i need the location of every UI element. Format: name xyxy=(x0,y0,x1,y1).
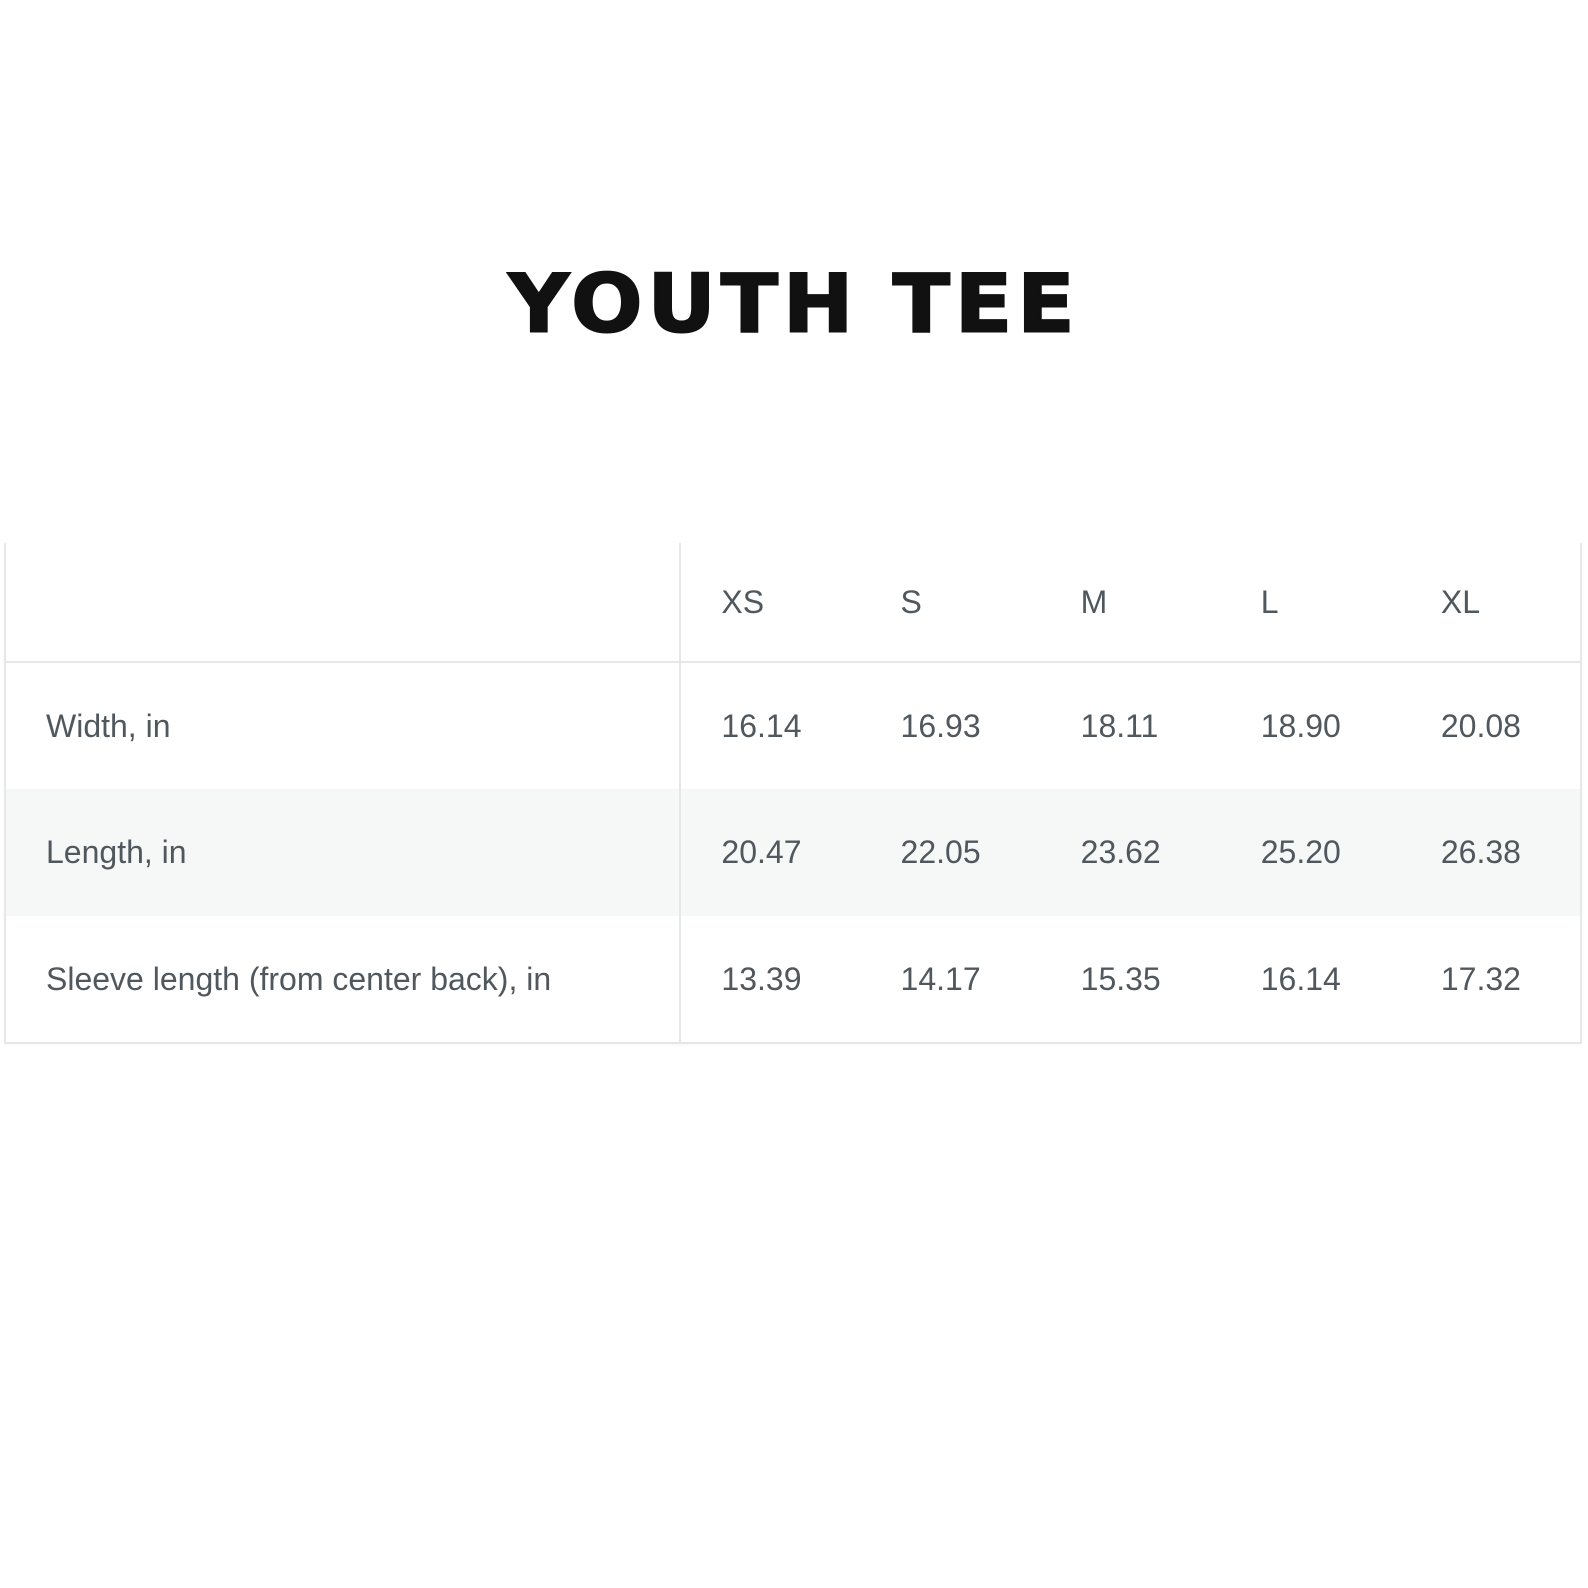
size-chart-table: XS S M L XL Width, in 16.14 16.93 18.11 … xyxy=(4,543,1582,1044)
table-cell: 23.62 xyxy=(1040,789,1221,916)
table-cell: 18.90 xyxy=(1260,707,1341,744)
table-header-row: XS S M L XL xyxy=(5,543,1581,663)
header-size-m: M xyxy=(1040,543,1221,663)
row-label-length: Length, in xyxy=(5,789,682,916)
table-cell: 16.93 xyxy=(900,707,981,744)
row-label-width: Width, in xyxy=(5,662,682,789)
header-size-l: L xyxy=(1220,543,1401,663)
table-cell: 15.35 xyxy=(1080,960,1161,997)
header-size-xs: XS xyxy=(680,543,861,663)
table-cell: 16.14 xyxy=(721,707,802,744)
table-cell: 14.17 xyxy=(900,960,981,997)
table-cell: 18.11 xyxy=(1080,707,1159,744)
table-cell: 26.38 xyxy=(1400,789,1581,916)
table-cell: 17.32 xyxy=(1440,960,1521,997)
table-cell: 22.05 xyxy=(860,789,1041,916)
table-cell: 13.39 xyxy=(721,960,802,997)
header-corner-cell xyxy=(5,543,682,663)
header-size-s: S xyxy=(860,543,1041,663)
header-size-xl: XL xyxy=(1400,543,1581,663)
table-cell: 25.20 xyxy=(1220,789,1401,916)
table-row: Width, in 16.14 16.93 18.11 18.90 20.08 xyxy=(5,662,1581,789)
table-cell: 16.14 xyxy=(1260,960,1341,997)
table-cell: 20.08 xyxy=(1440,707,1521,744)
page-title: YOUTH TEE xyxy=(507,257,1080,351)
table-row: Length, in 20.47 22.05 23.62 25.20 26.38 xyxy=(5,789,1581,916)
row-label-sleeve-length: Sleeve length (from center back), in xyxy=(5,916,682,1043)
table-row: Sleeve length (from center back), in 13.… xyxy=(5,916,1581,1043)
table-cell: 20.47 xyxy=(680,789,861,916)
